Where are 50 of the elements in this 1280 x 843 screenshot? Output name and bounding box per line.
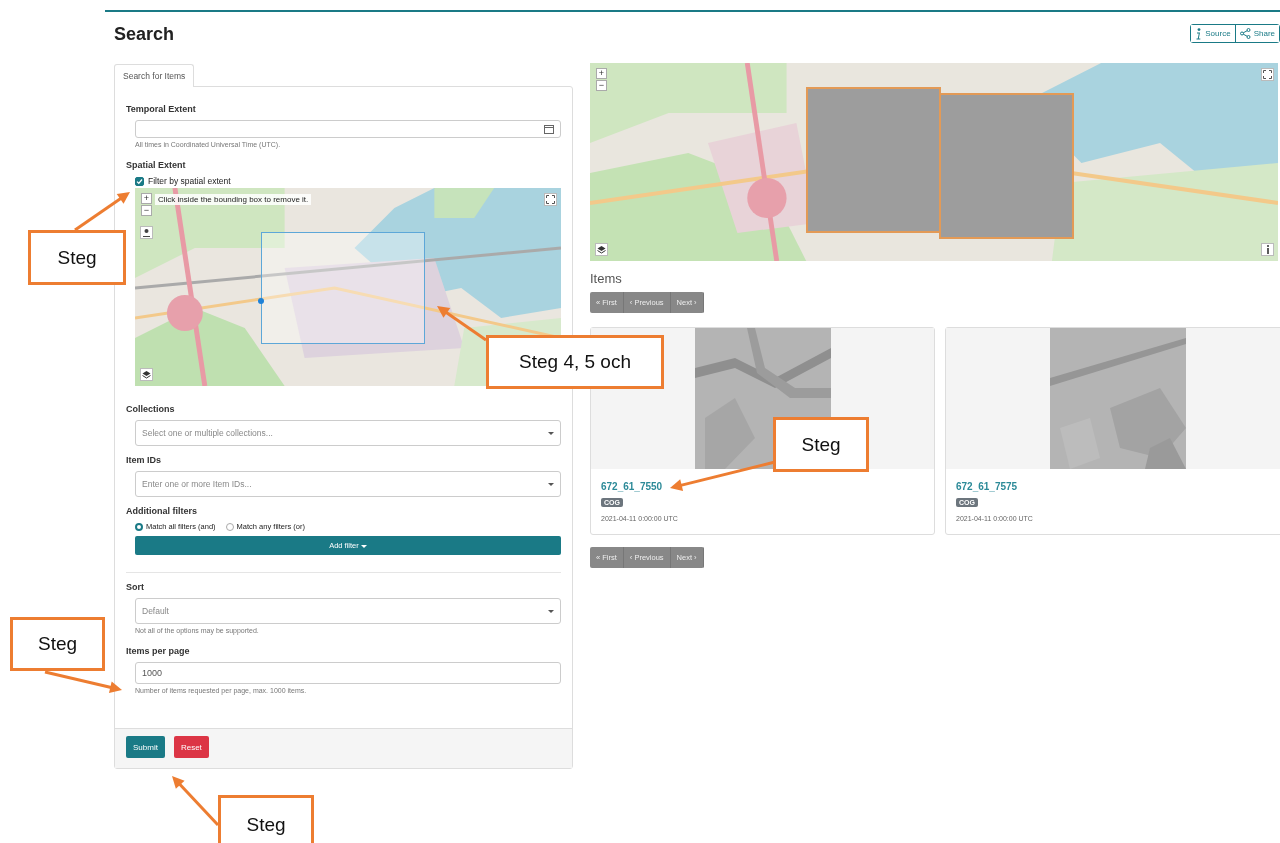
collections-select[interactable]: Select one or multiple collections... <box>135 420 561 446</box>
zoom-in-button[interactable]: + <box>596 68 607 79</box>
annotation-arrow <box>74 192 130 232</box>
layers-button[interactable] <box>595 243 608 256</box>
field-label: Item IDs <box>126 455 162 465</box>
zoom-out-button[interactable]: − <box>596 80 607 91</box>
annotation-callout: Steg <box>773 417 869 472</box>
annotation-callout: Steg <box>218 795 314 843</box>
field-label: Spatial Extent <box>126 160 187 170</box>
field-label: Sort <box>126 582 145 592</box>
share-icon <box>1239 28 1251 39</box>
item-ids-select[interactable]: Enter one or more Item IDs... <box>135 471 561 497</box>
zoom-out-button[interactable]: − <box>141 205 152 216</box>
caret-icon <box>548 609 554 613</box>
checkbox-label: Filter by spatial extent <box>148 176 231 186</box>
annotation-callout: Steg 4, 5 och <box>486 335 664 389</box>
submit-button[interactable]: Submit <box>126 736 165 758</box>
info-icon <box>1195 27 1203 40</box>
items-per-page-field[interactable]: 1000 <box>135 662 561 684</box>
fullscreen-button[interactable] <box>544 193 557 206</box>
annotation-arrow <box>172 776 220 827</box>
page-title: Search <box>114 24 175 45</box>
location-button[interactable] <box>140 226 153 239</box>
field-label: Temporal Extent <box>126 104 197 114</box>
caret-icon <box>360 544 367 548</box>
fullscreen-button[interactable] <box>1261 68 1274 81</box>
reset-button[interactable]: Reset <box>173 736 209 758</box>
calendar-icon <box>544 124 554 134</box>
annotation-callout: Steg <box>10 617 105 671</box>
source-button[interactable]: Source <box>1191 25 1236 42</box>
info-button[interactable] <box>1261 243 1274 256</box>
checkbox[interactable] <box>135 176 144 186</box>
info-icon <box>1265 245 1270 254</box>
item-link[interactable]: 672_61_7550 <box>601 481 663 492</box>
map-hint: Click inside the bounding box to remove it. <box>155 194 312 205</box>
layers-button[interactable] <box>140 368 153 381</box>
item-link[interactable]: 672_61_7575 <box>956 481 1018 492</box>
field-label: Items per page <box>126 646 191 656</box>
field-label: Collections <box>126 404 176 414</box>
radio-button[interactable] <box>135 522 143 531</box>
annotation-arrow <box>437 306 487 342</box>
field-label: Additional filters <box>126 506 198 516</box>
zoom-in-button[interactable]: + <box>141 193 152 204</box>
caret-icon <box>548 431 554 435</box>
date-range-field[interactable] <box>135 120 561 138</box>
section-title: Items <box>590 271 623 286</box>
tab[interactable]: Search for Items <box>114 64 195 87</box>
sort-select[interactable]: Default <box>135 598 561 624</box>
annotation-callout: Steg <box>28 230 126 285</box>
caret-icon <box>548 482 554 486</box>
